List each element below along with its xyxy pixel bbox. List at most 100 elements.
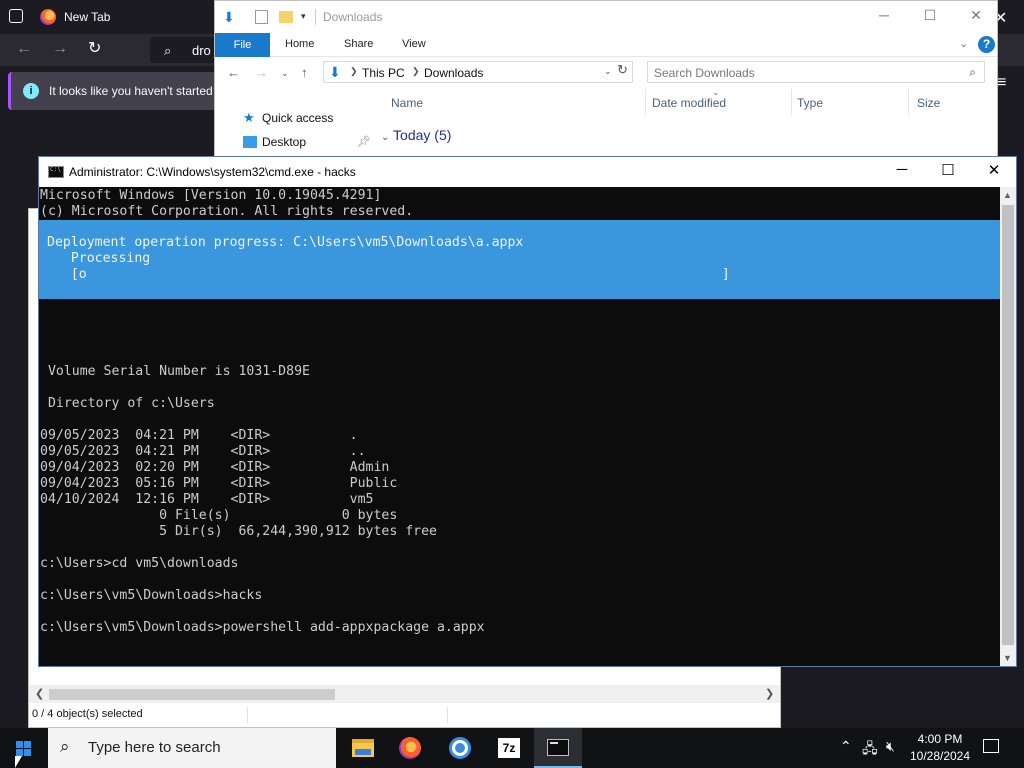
nav-item-desktop[interactable]: Desktop [243,135,306,149]
scrollbar-thumb[interactable] [49,689,335,700]
tab-home[interactable]: Home [285,38,314,50]
maximize-button[interactable]: ☐ [925,161,971,183]
navigation-pane: ★ Quick access Desktop 📌︎ [215,89,375,159]
close-button[interactable]: ✕ [953,7,999,27]
selection-status: 0 / 4 object(s) selected [32,708,143,720]
network-icon[interactable]: 🖧︎ [862,738,878,762]
firefox-tab[interactable]: New Tab [34,3,214,31]
taskbar-chrome[interactable] [436,728,484,768]
star-icon: ★ [243,110,255,125]
properties-icon[interactable] [255,10,268,24]
firefox-notification-bar: i It looks like you haven't started l [8,72,228,110]
pin-icon[interactable]: 📌︎ [357,135,371,148]
7zip-icon: 7z [498,738,520,758]
address-bar[interactable]: ⬇ ❯ This PC ❯ Downloads ⌄ [323,61,633,83]
nav-label: Desktop [262,135,307,149]
tab-share[interactable]: Share [344,38,373,50]
search-placeholder: Search Downloads [654,66,755,80]
vertical-scrollbar[interactable]: ▲ ▼ [1000,187,1016,666]
forward-icon[interactable]: → [52,41,68,57]
horizontal-scrollbar[interactable]: ❮ ❯ [29,685,780,703]
back-icon[interactable]: ← [16,41,32,57]
console-line: 09/05/2023 04:21 PM <DIR> .. [40,444,366,459]
scroll-up-icon[interactable]: ▲ [1003,190,1012,200]
progress-bar-text: [o ] [47,267,730,282]
scrollbar-thumb[interactable] [1002,205,1014,645]
console-line: 09/04/2023 05:16 PM <DIR> Public [40,476,398,491]
refresh-icon[interactable]: ↻ [617,62,628,78]
search-input[interactable]: Search Downloads ⌕ [647,61,985,83]
taskbar-firefox[interactable] [386,728,434,768]
mouse-cursor-icon [15,756,22,768]
group-label: Today (5) [393,127,452,143]
expand-ribbon-icon[interactable]: ⌄ [959,37,968,50]
show-hidden-icons-icon[interactable]: ⌃ [840,738,852,755]
console-line: 09/05/2023 04:21 PM <DIR> . [40,428,358,443]
close-button[interactable]: ✕ [971,161,1017,183]
customize-quick-access-icon[interactable]: ▾ [301,11,306,22]
console-line: 0 File(s) 0 bytes [40,508,398,523]
menu-icon[interactable]: ≡ [997,74,1006,92]
group-header-today[interactable]: ⌄ Today (5) [381,127,451,143]
new-folder-icon[interactable] [279,11,293,23]
url-text: dro [192,43,211,58]
search-icon: ⌕ [164,43,172,58]
console-line: 04/10/2024 12:16 PM <DIR> vm5 [40,492,374,507]
column-size[interactable]: Size [917,96,940,110]
minimize-button[interactable]: ─ [879,161,925,183]
volume-muted-icon[interactable]: 🔇︎ [886,738,895,755]
clock[interactable]: 4:00 PM 10/28/2024 [900,731,980,765]
maximize-button[interactable]: ☐ [907,7,953,27]
tab-file[interactable]: File [215,33,270,57]
cmd-icon [547,739,569,756]
window-title: Downloads [323,10,383,24]
status-divider [247,707,248,723]
scroll-left-icon[interactable]: ❮ [35,687,44,700]
search-placeholder: Type here to search [88,739,221,756]
recent-locations-icon[interactable]: ⌄ [281,68,289,79]
download-arrow-icon: ⬇ [223,9,235,25]
taskbar-cmd[interactable] [534,728,582,768]
reload-icon[interactable]: ↻ [88,41,101,57]
console-line: c:\Users\vm5\Downloads>powershell add-ap… [40,620,485,635]
console-output[interactable]: Microsoft Windows [Version 10.0.19045.42… [39,187,1000,666]
column-name[interactable]: Name [391,96,423,110]
address-dropdown-icon[interactable]: ⌄ [604,66,612,77]
clock-time: 4:00 PM [917,732,963,746]
breadcrumb-chevron-icon[interactable]: ❯ [412,66,420,77]
minimize-button[interactable]: ─ [861,7,907,27]
cmd-window[interactable]: Administrator: C:\Windows\system32\cmd.e… [38,156,1017,667]
breadcrumb-downloads[interactable]: Downloads [424,66,483,80]
help-button[interactable]: ? [978,36,995,53]
breadcrumb-this-pc[interactable]: This PC [362,66,405,80]
taskbar-7zip[interactable]: 7z [485,728,533,768]
tab-list-icon[interactable] [9,9,23,23]
console-icon [48,166,64,178]
taskbar-file-explorer[interactable] [338,728,386,768]
breadcrumb-chevron-icon[interactable]: ❯ [350,66,358,77]
cmd-title-bar[interactable]: Administrator: C:\Windows\system32\cmd.e… [39,157,1016,187]
back-icon[interactable]: ← [227,65,240,80]
file-explorer-icon [352,739,374,757]
chrome-icon [449,737,471,759]
column-type[interactable]: Type [797,96,823,110]
nav-item-quick-access[interactable]: ★ Quick access [243,111,333,125]
tab-view[interactable]: View [402,38,426,50]
notification-center-icon[interactable] [983,739,999,753]
url-bar[interactable]: ⌕ dro [150,37,220,63]
forward-icon[interactable]: → [255,65,268,80]
up-icon[interactable]: ↑ [301,65,308,80]
start-button[interactable] [0,728,48,768]
column-date-modified[interactable]: Date modified [652,96,726,110]
scroll-down-icon[interactable]: ▼ [1003,653,1012,663]
firefox-icon [40,9,56,25]
search-icon: ⌕ [60,737,70,756]
scroll-right-icon[interactable]: ❯ [765,687,774,700]
clock-date: 10/28/2024 [909,749,971,763]
taskbar-search-input[interactable]: ⌕ Type here to search [48,728,336,768]
